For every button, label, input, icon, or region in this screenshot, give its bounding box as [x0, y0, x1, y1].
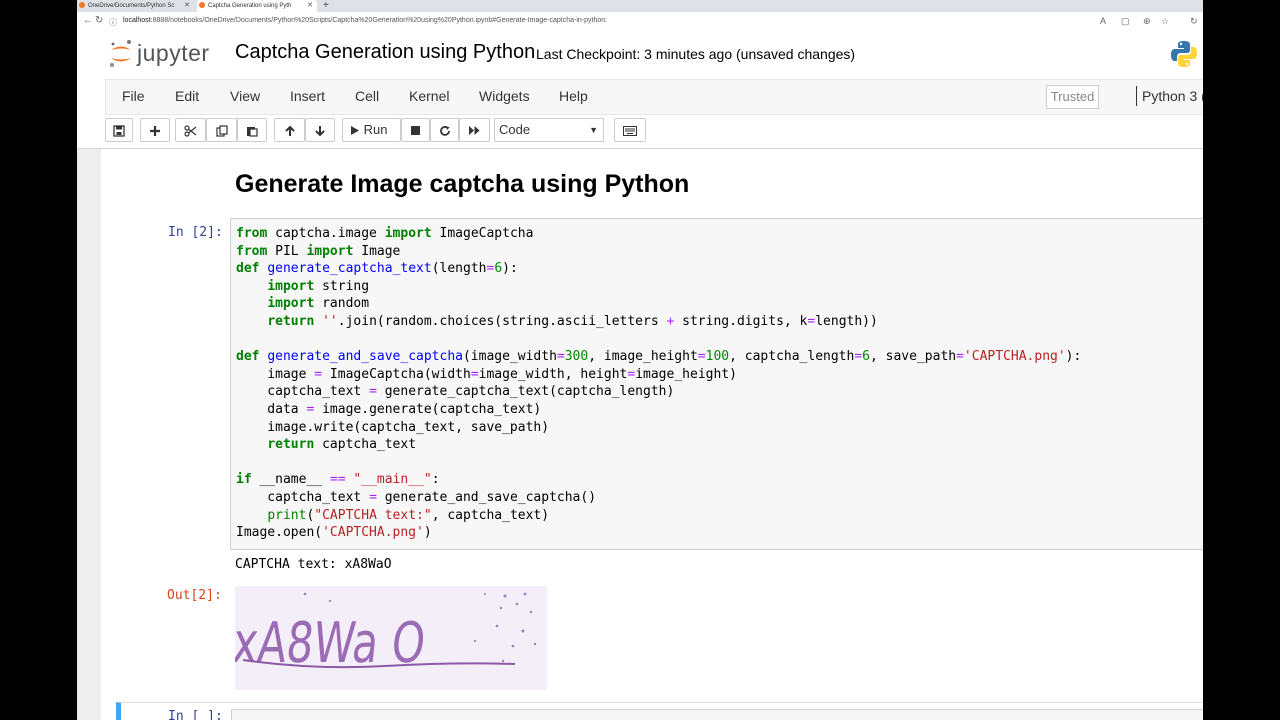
paste-button[interactable] — [237, 118, 267, 142]
code-text: from captcha.image import ImageCaptcha f… — [236, 226, 1082, 541]
plus-icon — [150, 125, 160, 136]
menu-kernel[interactable]: Kernel — [409, 88, 449, 104]
menu-insert[interactable]: Insert — [290, 88, 325, 104]
output-prompt: Out[2]: — [167, 588, 222, 603]
save-icon — [113, 124, 125, 137]
cell-type-select[interactable]: Code ▼ — [494, 118, 604, 142]
browser-tab-1-label: OneDrive/Documents/Python Sc — [88, 3, 175, 9]
captcha-image: xA8Wa O — [230, 586, 547, 690]
paste-icon — [247, 126, 258, 137]
app-icon[interactable]: ▢ — [1121, 16, 1130, 27]
zoom-icon[interactable]: ⊕ — [1143, 16, 1151, 27]
close-tab-icon[interactable]: ✕ — [307, 0, 313, 12]
url-host: localhost — [123, 17, 151, 24]
menu-widgets[interactable]: Widgets — [479, 88, 530, 104]
python-logo-icon — [1171, 41, 1197, 67]
notebook-title[interactable]: Captcha Generation using Python — [235, 41, 535, 64]
toolbar: Run Code ▼ — [105, 118, 1203, 146]
run-button-label: Run — [363, 122, 388, 137]
kernel-name[interactable]: Python 3 ( — [1136, 86, 1203, 106]
read-aloud-icon[interactable]: A — [1100, 16, 1106, 26]
stop-icon — [411, 126, 420, 136]
arrow-up-icon — [284, 125, 295, 136]
menu-view[interactable]: View — [230, 88, 260, 104]
next-code-cell[interactable]: In [ ]: — [116, 702, 1203, 720]
move-up-button[interactable] — [274, 118, 305, 142]
browser-window: OneDrive/Documents/Python Sc ✕ Captcha G… — [77, 0, 1203, 720]
address-bar: ← ↻ ⓘ localhost:8888/notebooks/OneDrive/… — [77, 12, 1203, 33]
next-input-prompt: In [ ]: — [168, 709, 223, 720]
arrow-down-icon — [315, 125, 325, 136]
fast-forward-icon — [469, 126, 480, 136]
stdout-output: CAPTCHA text: xA8WaO — [235, 557, 392, 572]
notebook-container: Generate Image captcha using Python In [… — [101, 149, 1203, 720]
url-field[interactable]: localhost:8888/notebooks/OneDrive/Docume… — [123, 17, 607, 24]
favorite-icon[interactable]: ☆ — [1161, 16, 1169, 27]
markdown-heading[interactable]: Generate Image captcha using Python — [235, 170, 689, 199]
jupyter-logo-icon[interactable] — [109, 39, 133, 69]
browser-tab-1[interactable]: OneDrive/Documents/Python Sc ✕ — [77, 0, 194, 12]
input-prompt: In [2]: — [168, 225, 223, 240]
menu-edit[interactable]: Edit — [175, 88, 199, 104]
menu-file[interactable]: File — [122, 88, 145, 104]
restart-icon — [439, 125, 450, 136]
browser-tab-2-label: Captcha Generation using Pyth — [208, 3, 292, 9]
jupyter-header: jupyter Captcha Generation using Python … — [77, 32, 1203, 149]
restart-button[interactable] — [430, 118, 459, 142]
command-palette-button[interactable] — [614, 118, 646, 142]
scissors-icon — [184, 124, 197, 137]
browser-tab-bar: OneDrive/Documents/Python Sc ✕ Captcha G… — [77, 0, 1203, 12]
play-icon — [351, 126, 359, 136]
jupyter-logo-text[interactable]: jupyter — [137, 40, 210, 67]
restart-run-all-button[interactable] — [459, 118, 490, 142]
captcha-image-graphic: xA8Wa O — [230, 592, 537, 676]
copy-button[interactable] — [206, 118, 237, 142]
menubar: File Edit View Insert Cell Kernel Widget… — [105, 79, 1203, 115]
menu-help[interactable]: Help — [559, 88, 588, 104]
info-icon[interactable]: ⓘ — [109, 17, 117, 28]
chevron-down-icon: ▼ — [589, 125, 598, 135]
keyboard-icon — [623, 125, 637, 136]
run-button[interactable]: Run — [342, 118, 401, 142]
unsaved-changes-status: (unsaved changes) — [736, 46, 856, 62]
menu-cell[interactable]: Cell — [355, 88, 379, 104]
jupyter-favicon-icon — [79, 2, 85, 9]
reload-icon[interactable]: ↻ — [95, 15, 103, 26]
new-tab-button[interactable]: + — [323, 0, 329, 11]
next-cell-input[interactable] — [231, 709, 1203, 720]
jupyter-favicon-icon — [199, 2, 205, 9]
cell-type-value: Code — [499, 122, 531, 137]
refresh-sync-icon[interactable]: ↻ — [1190, 16, 1198, 27]
cut-button[interactable] — [175, 118, 206, 142]
code-cell-input[interactable]: from captcha.image import ImageCaptcha f… — [230, 218, 1203, 550]
trusted-badge[interactable]: Trusted — [1046, 85, 1099, 109]
move-down-button[interactable] — [305, 118, 335, 142]
back-icon[interactable]: ← — [83, 15, 93, 26]
insert-cell-button[interactable] — [140, 118, 170, 142]
browser-tab-2[interactable]: Captcha Generation using Pyth ✕ — [197, 0, 317, 12]
checkpoint-status: Last Checkpoint: 3 minutes ago — [536, 46, 733, 62]
url-path: :8888/notebooks/OneDrive/Documents/Pytho… — [150, 17, 608, 24]
close-tab-icon[interactable]: ✕ — [184, 0, 190, 12]
save-button[interactable] — [105, 118, 133, 142]
copy-icon — [215, 124, 228, 137]
interrupt-button[interactable] — [401, 118, 430, 142]
